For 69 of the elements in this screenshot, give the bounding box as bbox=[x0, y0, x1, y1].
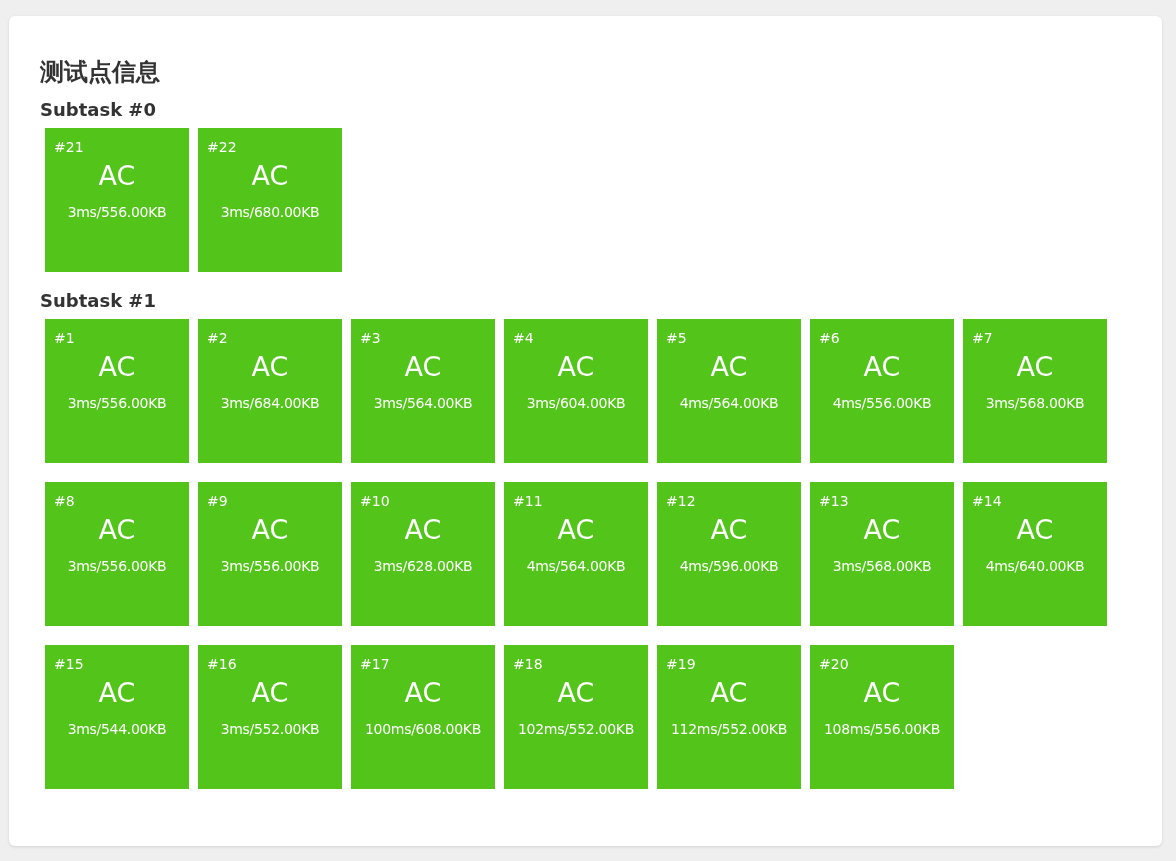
case-time-memory: 3ms/680.00KB bbox=[220, 202, 320, 222]
case-number: #5 bbox=[665, 329, 687, 349]
case-status: AC bbox=[98, 159, 136, 192]
case-status: AC bbox=[710, 676, 748, 710]
case-status: AC bbox=[557, 350, 595, 384]
case-status: AC bbox=[1016, 513, 1054, 547]
case-time-memory: 4ms/640.00KB bbox=[985, 557, 1085, 577]
case-number: #22 bbox=[206, 138, 237, 157]
case-number: #6 bbox=[818, 329, 840, 349]
case-status: AC bbox=[863, 513, 901, 547]
case-status: AC bbox=[98, 676, 136, 710]
case-time-memory: 100ms/608.00KB bbox=[365, 720, 481, 740]
case-status: AC bbox=[251, 513, 289, 547]
case-time-memory: 112ms/552.00KB bbox=[671, 720, 787, 740]
case-time-memory: 3ms/684.00KB bbox=[220, 394, 320, 414]
subtask-heading: Subtask #1 bbox=[40, 289, 157, 313]
subtask-heading: Subtask #0 bbox=[40, 97, 157, 122]
case-time-memory: 4ms/556.00KB bbox=[832, 394, 932, 414]
case-status: AC bbox=[404, 676, 442, 710]
case-number: #19 bbox=[665, 655, 696, 675]
case-number: #21 bbox=[53, 138, 84, 157]
case-time-memory: 3ms/628.00KB bbox=[373, 557, 473, 577]
case-time-memory: 3ms/544.00KB bbox=[67, 720, 167, 740]
case-number: #16 bbox=[206, 655, 237, 675]
case-number: #4 bbox=[512, 329, 534, 349]
case-number: #20 bbox=[818, 655, 849, 675]
case-number: #10 bbox=[359, 492, 390, 512]
case-number: #8 bbox=[53, 492, 75, 512]
case-number: #9 bbox=[206, 492, 228, 512]
case-status: AC bbox=[251, 159, 289, 192]
case-status: AC bbox=[557, 513, 595, 547]
page-title: 测试点信息 bbox=[40, 58, 161, 87]
case-number: #1 bbox=[53, 329, 75, 349]
case-number: #7 bbox=[971, 329, 993, 349]
case-status: AC bbox=[98, 513, 136, 547]
case-number: #12 bbox=[665, 492, 696, 512]
case-status: AC bbox=[98, 350, 136, 384]
case-time-memory: 4ms/564.00KB bbox=[679, 394, 779, 414]
case-status: AC bbox=[404, 350, 442, 384]
case-number: #3 bbox=[359, 329, 381, 349]
case-number: #15 bbox=[53, 655, 84, 675]
case-time-memory: 4ms/564.00KB bbox=[526, 557, 626, 577]
case-time-memory: 3ms/556.00KB bbox=[67, 394, 167, 414]
case-number: #17 bbox=[359, 655, 390, 675]
case-status: AC bbox=[710, 350, 748, 384]
case-time-memory: 3ms/564.00KB bbox=[373, 394, 473, 414]
case-time-memory: 3ms/568.00KB bbox=[832, 557, 932, 577]
case-time-memory: 3ms/568.00KB bbox=[985, 394, 1085, 414]
case-status: AC bbox=[863, 350, 901, 384]
case-status: AC bbox=[710, 513, 748, 547]
case-time-memory: 3ms/556.00KB bbox=[67, 557, 167, 577]
case-status: AC bbox=[1016, 350, 1054, 384]
case-status: AC bbox=[251, 350, 289, 384]
case-status: AC bbox=[251, 676, 289, 710]
case-time-memory: 3ms/556.00KB bbox=[220, 557, 320, 577]
case-status: AC bbox=[557, 676, 595, 710]
case-status: AC bbox=[404, 513, 442, 547]
case-number: #2 bbox=[206, 329, 228, 349]
case-time-memory: 3ms/552.00KB bbox=[220, 720, 320, 740]
case-status: AC bbox=[863, 676, 901, 710]
case-time-memory: 4ms/596.00KB bbox=[679, 557, 779, 577]
case-time-memory: 3ms/604.00KB bbox=[526, 394, 626, 414]
case-time-memory: 102ms/552.00KB bbox=[518, 720, 634, 740]
case-time-memory: 108ms/556.00KB bbox=[824, 720, 940, 740]
case-number: #11 bbox=[512, 492, 543, 512]
case-number: #14 bbox=[971, 492, 1002, 512]
case-number: #13 bbox=[818, 492, 849, 512]
case-time-memory: 3ms/556.00KB bbox=[67, 202, 167, 222]
case-number: #18 bbox=[512, 655, 543, 675]
